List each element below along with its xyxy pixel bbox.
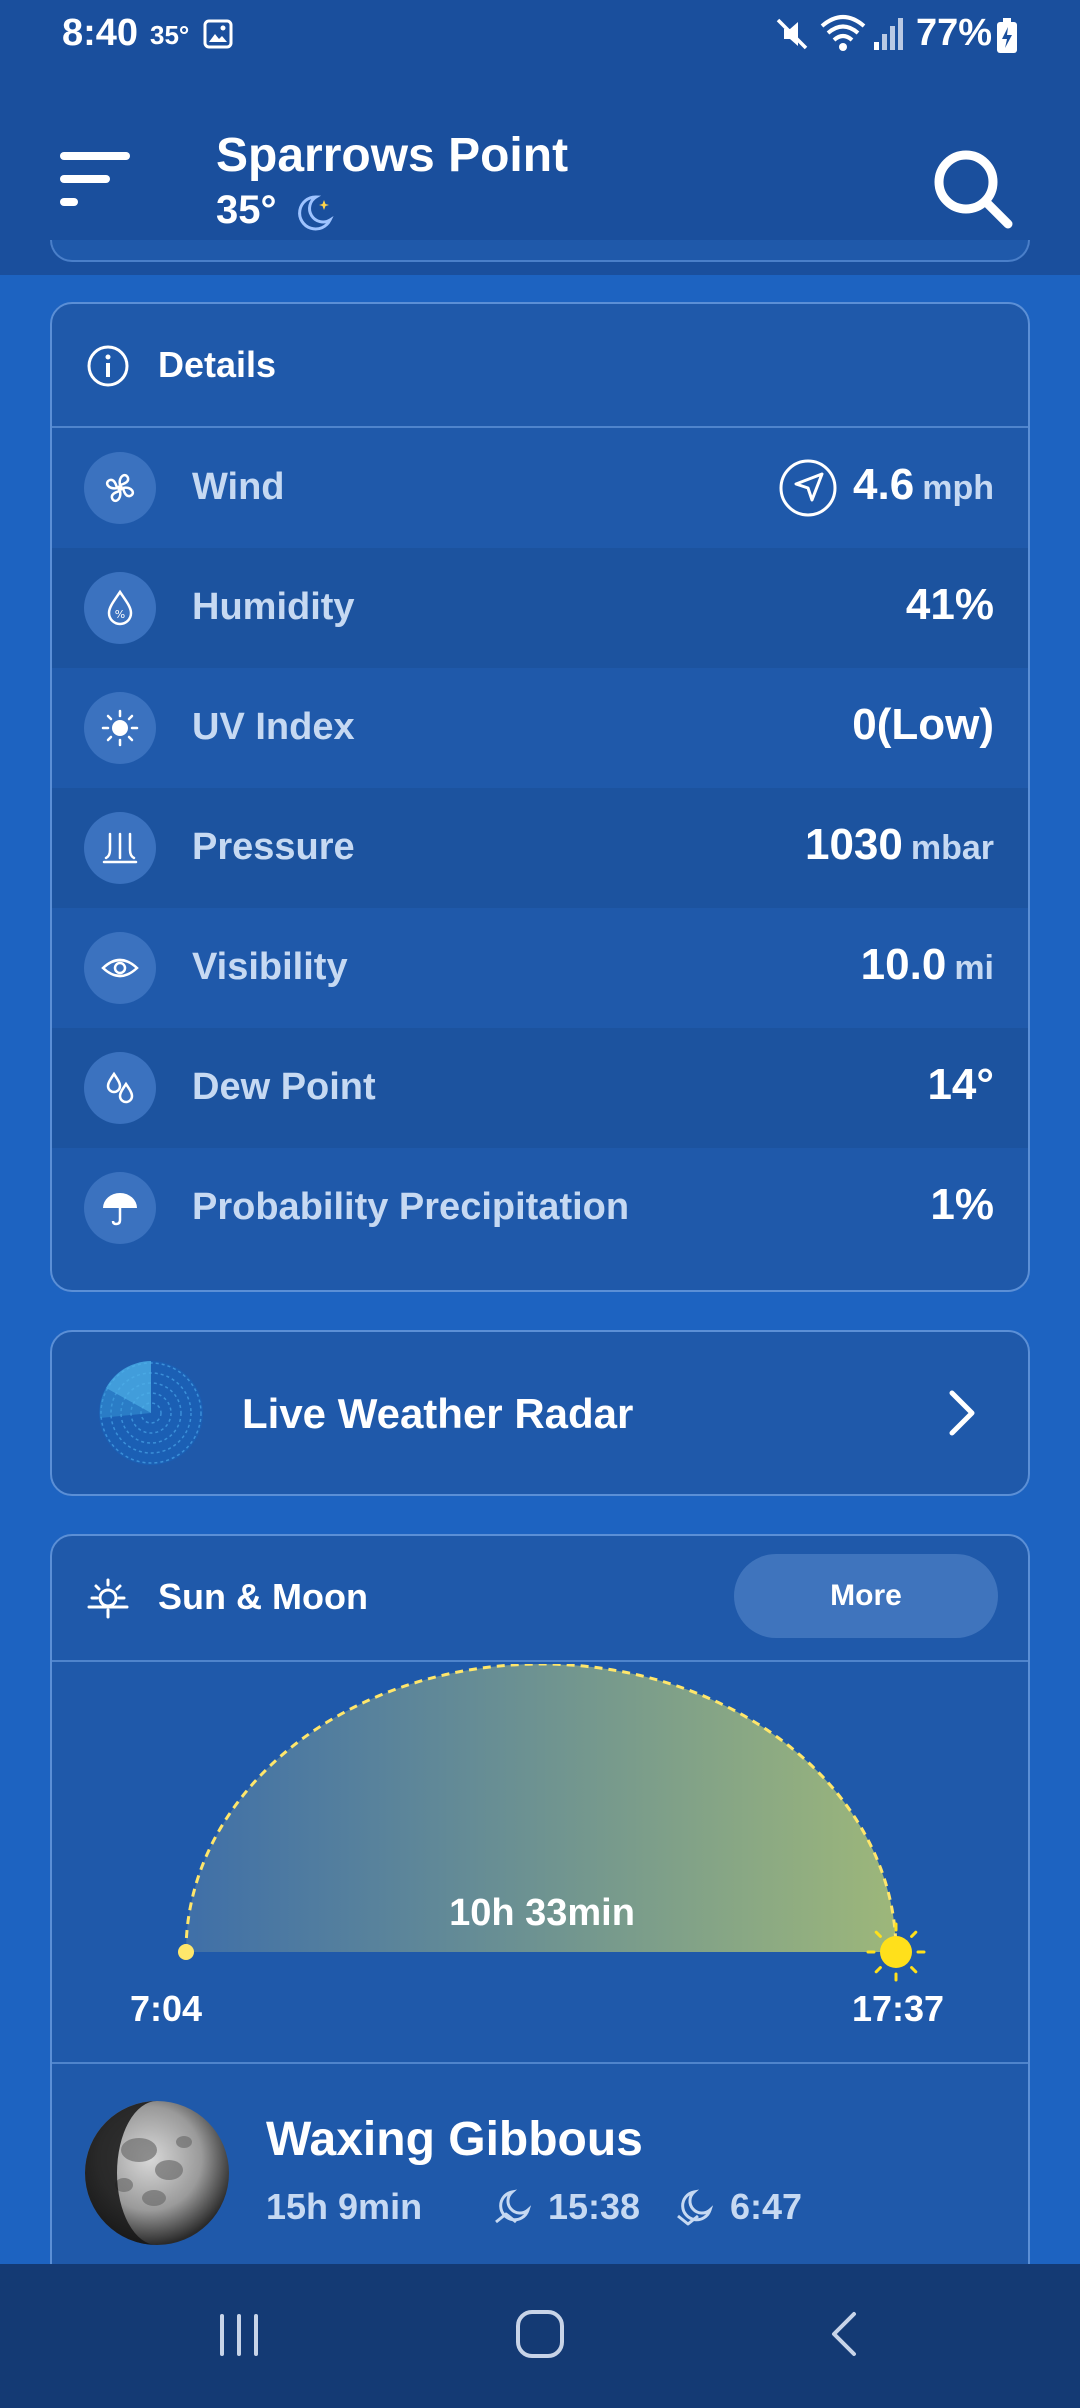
sunrise-marker bbox=[178, 1944, 194, 1960]
details-header: Details bbox=[52, 304, 1028, 428]
status-temp: 35° bbox=[150, 20, 190, 50]
details-card: Details Wind 4.6 mph % Humidity 41% UV I… bbox=[50, 302, 1030, 1292]
battery-percent: 77% bbox=[916, 12, 993, 54]
sun-arc-chart: 10h 33min 7:04 17:37 bbox=[52, 1664, 1028, 2064]
sunrise-icon bbox=[87, 1578, 129, 1619]
visibility-value: 10.0 mi bbox=[860, 940, 994, 989]
detail-row-precipitation: Probability Precipitation 1% bbox=[52, 1148, 1028, 1268]
image-icon bbox=[203, 19, 233, 49]
mute-icon bbox=[776, 18, 808, 50]
moon-night-icon bbox=[298, 195, 334, 231]
dew-point-icon bbox=[84, 1052, 156, 1124]
detail-row-pressure: Pressure 1030 mbar bbox=[52, 788, 1028, 908]
current-temp: 35° bbox=[216, 188, 277, 232]
system-nav-bar bbox=[0, 2264, 1080, 2408]
svg-text:%: % bbox=[115, 608, 125, 621]
sunrise-time: 7:04 bbox=[130, 1988, 203, 2029]
moonset-time: 6:47 bbox=[730, 2186, 803, 2227]
chevron-right-icon bbox=[949, 1390, 975, 1436]
precipitation-value: 1% bbox=[930, 1180, 994, 1229]
humidity-drop-icon: % bbox=[84, 572, 156, 644]
detail-row-wind: Wind 4.6 mph bbox=[52, 428, 1028, 548]
uv-label: UV Index bbox=[192, 706, 355, 748]
detail-row-visibility: Visibility 10.0 mi bbox=[52, 908, 1028, 1028]
wifi-icon bbox=[820, 15, 866, 51]
info-icon bbox=[87, 345, 129, 387]
recents-icon[interactable] bbox=[214, 2310, 264, 2360]
dew-point-value: 14° bbox=[927, 1060, 994, 1109]
battery-icon bbox=[997, 18, 1017, 53]
pressure-value: 1030 mbar bbox=[804, 820, 994, 869]
live-radar-card[interactable]: Live Weather Radar bbox=[50, 1330, 1030, 1496]
city-name[interactable]: Sparrows Point bbox=[216, 128, 568, 183]
humidity-label: Humidity bbox=[192, 586, 355, 628]
wind-direction-icon bbox=[779, 459, 837, 517]
humidity-value: 41% bbox=[905, 580, 994, 629]
details-title: Details bbox=[158, 344, 277, 385]
detail-row-dew-point: Dew Point 14° bbox=[52, 1028, 1028, 1148]
detail-row-uv: UV Index 0(Low) bbox=[52, 668, 1028, 788]
more-button[interactable]: More bbox=[734, 1554, 998, 1638]
sun-ray bbox=[874, 1966, 882, 1974]
pressure-label: Pressure bbox=[192, 826, 355, 868]
precipitation-label: Probability Precipitation bbox=[192, 1186, 630, 1228]
detail-row-humidity: % Humidity 41% bbox=[52, 548, 1028, 668]
radar-title: Live Weather Radar bbox=[242, 1390, 634, 1437]
fan-icon bbox=[84, 452, 156, 524]
moon-phase-name: Waxing Gibbous bbox=[266, 2113, 643, 2166]
day-length: 10h 33min bbox=[449, 1892, 635, 1934]
moonrise-icon bbox=[495, 2189, 532, 2224]
moonset-icon bbox=[677, 2189, 714, 2226]
back-icon[interactable] bbox=[824, 2308, 864, 2360]
sun-moon-header: Sun & Moon More bbox=[52, 1536, 1028, 1662]
status-time: 8:40 bbox=[62, 12, 139, 54]
status-bar: 8:40 35° 77% bbox=[0, 0, 1080, 70]
moonrise-time: 15:38 bbox=[548, 2186, 641, 2227]
sun-moon-title: Sun & Moon bbox=[158, 1576, 368, 1617]
menu-icon[interactable] bbox=[58, 150, 134, 210]
moon-row: Waxing Gibbous 15h 9min 15:38 6:47 bbox=[52, 2066, 1028, 2272]
wind-value: 4.6 mph bbox=[853, 460, 994, 509]
home-icon[interactable] bbox=[514, 2308, 566, 2360]
eye-icon bbox=[84, 932, 156, 1004]
previous-card-edge bbox=[50, 240, 1030, 262]
wind-label: Wind bbox=[192, 466, 285, 508]
umbrella-icon bbox=[84, 1172, 156, 1244]
dew-point-label: Dew Point bbox=[192, 1066, 376, 1108]
search-icon[interactable] bbox=[930, 146, 1014, 230]
sun-moon-card: Sun & Moon More 10h 33min 7:04 17:37 Wax… bbox=[50, 1534, 1030, 2274]
uv-value: 0(Low) bbox=[852, 700, 994, 749]
radar-icon bbox=[99, 1361, 203, 1465]
sunset-time: 17:37 bbox=[852, 1988, 945, 2029]
moon-phase-image bbox=[85, 2101, 229, 2245]
visibility-label: Visibility bbox=[192, 946, 348, 988]
signal-icon bbox=[874, 18, 903, 50]
pressure-icon bbox=[84, 812, 156, 884]
sun-icon bbox=[84, 692, 156, 764]
sun-ray bbox=[910, 1966, 918, 1974]
moon-duration: 15h 9min bbox=[266, 2186, 423, 2227]
